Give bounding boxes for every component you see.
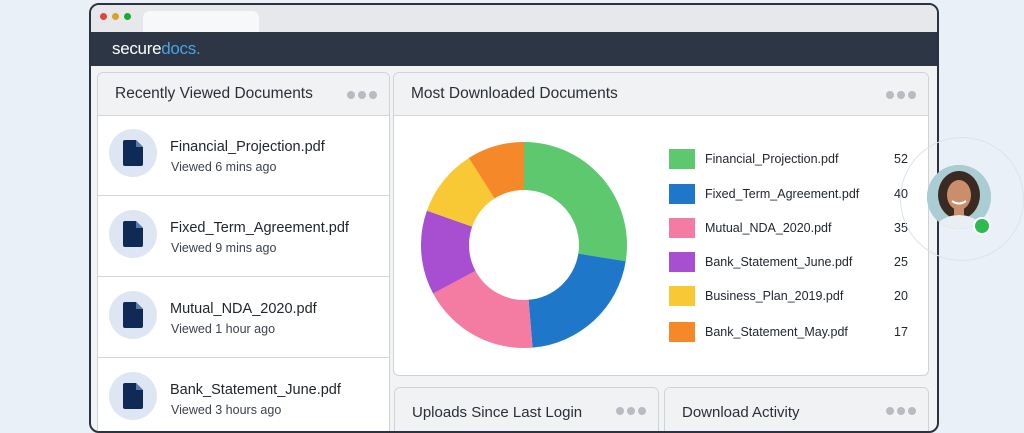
more-options-icon[interactable] <box>616 407 646 415</box>
viewed-time: Viewed 6 mins ago <box>171 160 277 174</box>
legend-swatch <box>669 286 695 306</box>
most-downloaded-title: Most Downloaded Documents <box>411 85 618 102</box>
title-bar <box>91 5 937 32</box>
online-status-icon <box>973 217 991 235</box>
download-activity-title: Download Activity <box>682 404 800 421</box>
uploads-panel: Uploads Since Last Login <box>394 387 659 431</box>
browser-window: securedocs. Recently Viewed Documents Fi… <box>89 3 939 433</box>
document-icon <box>109 372 157 420</box>
most-downloaded-panel: Most Downloaded Documents Financial_Proj… <box>393 72 929 376</box>
legend-count: 25 <box>894 255 908 269</box>
donut-slice-2[interactable] <box>528 253 626 348</box>
legend-name: Business_Plan_2019.pdf <box>705 289 844 303</box>
legend-swatch <box>669 218 695 238</box>
download-activity-header: Download Activity <box>665 388 928 431</box>
more-options-icon[interactable] <box>886 407 916 415</box>
viewed-time: Viewed 1 hour ago <box>171 322 276 336</box>
downloads-donut-chart <box>421 142 627 348</box>
browser-tab[interactable] <box>143 11 259 32</box>
logo-text-accent: docs <box>161 39 196 58</box>
legend-name: Mutual_NDA_2020.pdf <box>705 221 832 235</box>
legend-name: Bank_Statement_May.pdf <box>705 325 848 339</box>
recently-viewed-panel: Recently Viewed Documents Financial_Proj… <box>97 72 390 431</box>
legend-name: Bank_Statement_June.pdf <box>705 255 853 269</box>
document-name[interactable]: Fixed_Term_Agreement.pdf <box>170 220 349 236</box>
document-name[interactable]: Mutual_NDA_2020.pdf <box>170 301 317 317</box>
donut-slice-1[interactable] <box>524 142 627 262</box>
legend-count: 52 <box>894 152 908 166</box>
recently-viewed-header: Recently Viewed Documents <box>98 73 389 116</box>
legend-name: Financial_Projection.pdf <box>705 152 839 166</box>
securedocs-logo[interactable]: securedocs. <box>112 39 201 59</box>
legend-swatch <box>669 149 695 169</box>
legend-swatch <box>669 252 695 272</box>
uploads-title: Uploads Since Last Login <box>412 404 583 421</box>
document-icon <box>109 291 157 339</box>
legend-swatch <box>669 184 695 204</box>
more-options-icon[interactable] <box>886 91 916 99</box>
viewed-time: Viewed 9 mins ago <box>171 241 277 255</box>
legend-count: 20 <box>894 289 908 303</box>
document-icon <box>109 210 157 258</box>
recent-document-item[interactable]: Financial_Projection.pdf Viewed 6 mins a… <box>98 115 389 196</box>
document-name[interactable]: Financial_Projection.pdf <box>170 139 325 155</box>
recent-document-item[interactable]: Fixed_Term_Agreement.pdf Viewed 9 mins a… <box>98 196 389 277</box>
legend-swatch <box>669 322 695 342</box>
download-activity-panel: Download Activity <box>664 387 929 431</box>
document-icon <box>109 129 157 177</box>
recently-viewed-title: Recently Viewed Documents <box>115 85 313 102</box>
document-name[interactable]: Bank_Statement_June.pdf <box>170 382 341 398</box>
legend-count: 17 <box>894 325 908 339</box>
minimize-window-icon[interactable] <box>112 13 119 20</box>
logo-text-main: secure <box>112 39 162 58</box>
more-options-icon[interactable] <box>347 91 377 99</box>
maximize-window-icon[interactable] <box>124 13 131 20</box>
close-window-icon[interactable] <box>100 13 107 20</box>
app-header: securedocs. <box>91 32 937 66</box>
recent-document-item[interactable]: Bank_Statement_June.pdf Viewed 3 hours a… <box>98 358 389 431</box>
legend-name: Fixed_Term_Agreement.pdf <box>705 187 860 201</box>
recent-document-item[interactable]: Mutual_NDA_2020.pdf Viewed 1 hour ago <box>98 277 389 358</box>
most-downloaded-header: Most Downloaded Documents <box>394 73 928 116</box>
logo-text-dot: . <box>195 39 201 58</box>
uploads-header: Uploads Since Last Login <box>395 388 658 431</box>
